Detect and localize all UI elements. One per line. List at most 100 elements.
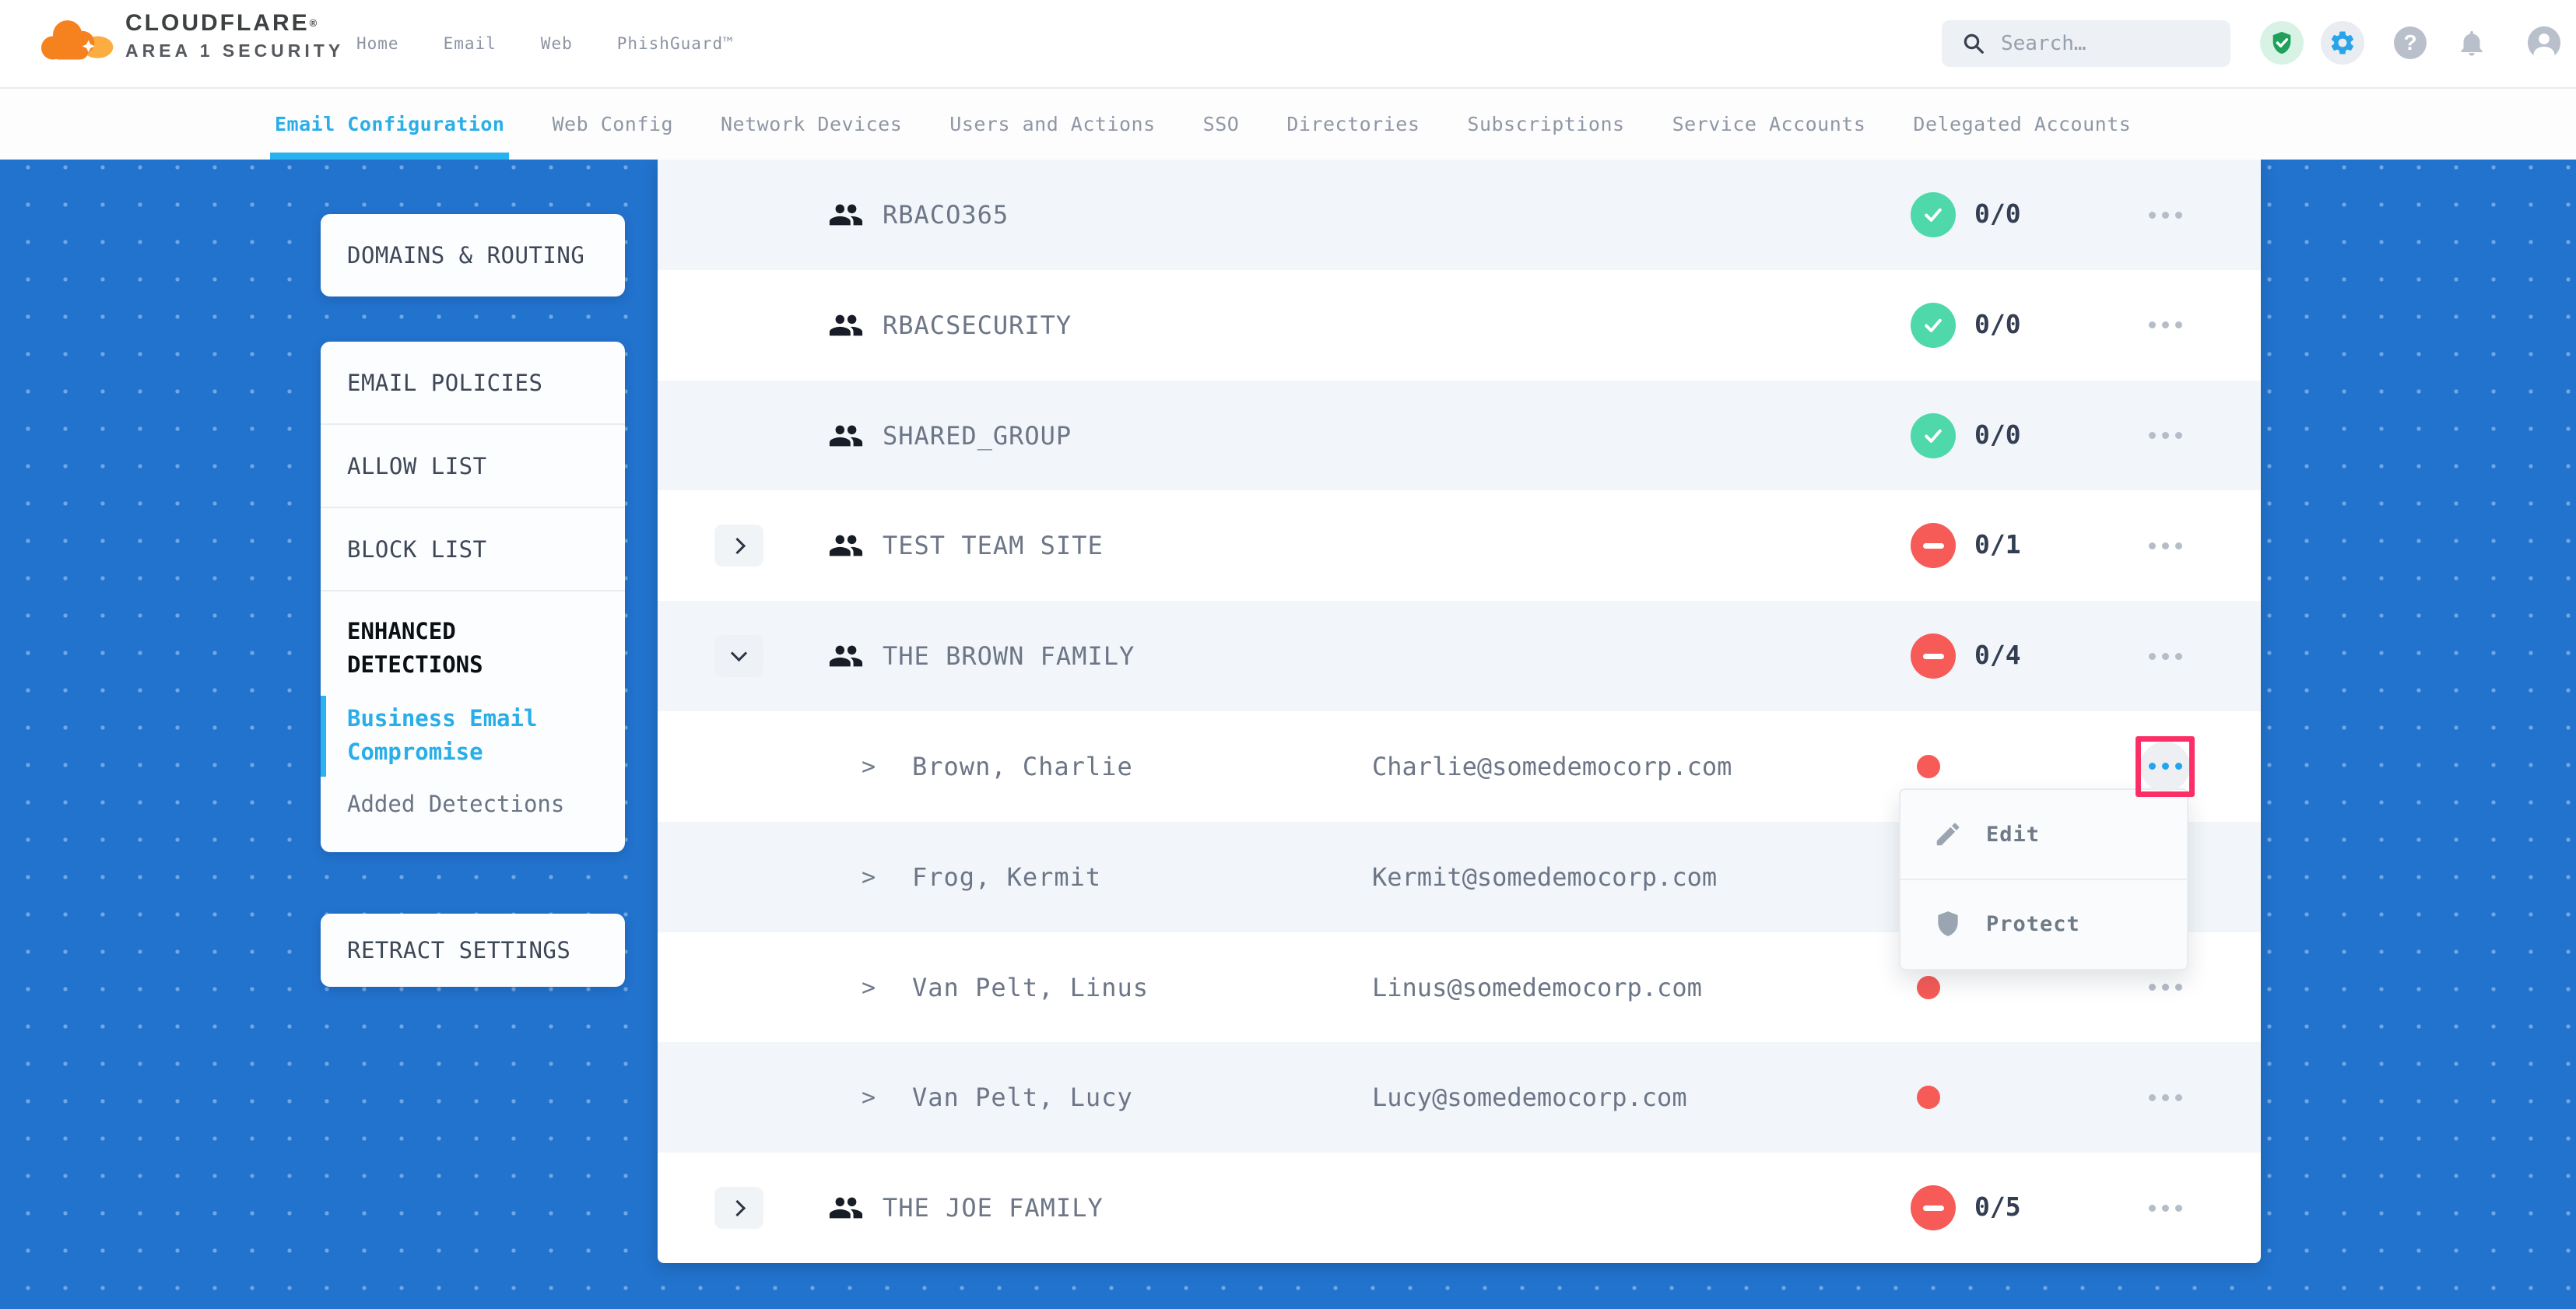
sidebar-item-email-policies[interactable]: EMAIL POLICIES [321,342,625,425]
context-menu-label: Protect [1986,912,2080,936]
row-email: Charlie@somedemocorp.com [1372,752,1732,781]
sidebar-item-retract-settings[interactable]: RETRACT SETTINGS [321,937,570,963]
group-icon [828,638,864,674]
search-input[interactable] [2001,32,2195,55]
search-box[interactable] [1942,20,2230,67]
tab-sso[interactable]: SSO [1203,89,1240,160]
status-count: 0/0 [1974,419,2021,450]
kebab-dot [2149,653,2156,660]
kebab-dot [2149,542,2156,549]
tab-users-and-actions[interactable]: Users and Actions [949,89,1155,160]
table-row: THE JOE FAMILY 0/5 [658,1153,2261,1263]
member-chevron-icon: > [862,1084,876,1111]
tab-subscriptions[interactable]: Subscriptions [1467,89,1624,160]
row-name: TEST TEAM SITE [883,531,1104,560]
sidebar-item-domains-routing[interactable]: DOMAINS & ROUTING [321,242,584,268]
kebab-dot [2175,321,2182,328]
sidebar-item-added-detections[interactable]: Added Detections [347,788,598,821]
row-menu-button[interactable] [2118,191,2212,238]
check-icon [1921,424,1945,447]
header-nav-link[interactable]: Home [356,34,399,53]
tab-web-config[interactable]: Web Config [552,89,673,160]
minus-icon [1923,1205,1944,1211]
row-email: Kermit@somedemocorp.com [1372,862,1717,892]
pencil-icon [1933,819,1963,849]
table-row: RBACSECURITY 0/0 [658,270,2261,381]
cloudflare-cloud-icon [33,14,114,62]
kebab-dot [2149,1205,2156,1212]
brand-name: CLOUDFLARE® [125,8,344,39]
kebab-dot [2149,212,2156,219]
row-menu-button[interactable] [2118,633,2212,679]
account-icon[interactable] [2522,21,2566,65]
status-count: 0/0 [1974,198,2021,229]
status-badge [1911,192,1956,237]
minus-icon [1923,654,1944,659]
shield-check-icon[interactable] [2260,21,2304,65]
sidebar-card-retract-settings: RETRACT SETTINGS [321,914,625,987]
sidebar-card-domains-routing: DOMAINS & ROUTING [321,214,625,297]
kebab-dot [2149,984,2156,991]
member-chevron-icon: > [862,974,876,1002]
sidebar-item-allow-list[interactable]: ALLOW LIST [321,425,625,508]
chevron-icon [731,645,747,662]
kebab-dot [2175,984,2182,991]
tab-delegated-accounts[interactable]: Delegated Accounts [1913,89,2131,160]
context-menu-item-protect[interactable]: Protect [1900,879,2187,967]
help-glyph: ? [2394,26,2427,59]
highlight-box [2136,736,2195,797]
row-menu-button[interactable] [2118,964,2212,1011]
help-icon[interactable]: ? [2388,21,2432,65]
expand-toggle-button[interactable] [714,1187,763,1229]
kebab-dot [2175,1205,2182,1212]
header-nav-link[interactable]: Email [444,34,497,53]
row-menu-button[interactable] [2118,743,2212,790]
kebab-dot [2149,432,2156,439]
row-menu-button[interactable] [2118,522,2212,569]
sidebar-item-business-email-compromise[interactable]: Business Email Compromise [321,702,577,769]
kebab-dot [2162,984,2169,991]
product-name: AREA 1 SECURITY [125,39,344,62]
row-name: RBACO365 [883,200,1009,230]
expand-toggle-button[interactable] [714,525,763,567]
tab-directories[interactable]: Directories [1286,89,1420,160]
group-icon [828,528,864,563]
status-dot [1917,976,1940,999]
sidebar-card-email-policies: EMAIL POLICIESALLOW LISTBLOCK LIST ENHANC… [321,342,625,852]
status-count: 0/4 [1974,640,2021,670]
row-menu-button[interactable] [2118,412,2212,459]
row-name: SHARED_GROUP [883,421,1072,451]
expand-toggle-button[interactable] [714,635,763,677]
row-menu-button[interactable] [2118,302,2212,349]
status-badge [1911,633,1956,679]
row-menu-button[interactable] [2118,1184,2212,1231]
groups-table: RBACO365 0/0 RBACSE [658,160,2261,1263]
status-badge [1911,523,1956,568]
check-icon [1921,314,1945,337]
tab-email-configuration[interactable]: Email Configuration [275,89,504,160]
sidebar-item-enhanced-detections: ENHANCED DETECTIONS [347,615,581,682]
table-row: RBACO365 0/0 [658,160,2261,270]
status-badge [1911,413,1956,458]
context-menu-item-edit[interactable]: Edit [1900,790,2187,879]
row-email: Linus@somedemocorp.com [1372,973,1702,1002]
notifications-bell-icon[interactable] [2450,21,2494,65]
status-badge [1911,303,1956,348]
check-icon [1921,203,1945,226]
header-nav-link[interactable]: Web [541,34,573,53]
kebab-dot [2162,432,2169,439]
kebab-dot [2162,1094,2169,1101]
sidebar-item-block-list[interactable]: BLOCK LIST [321,508,625,591]
row-menu-button[interactable] [2118,1074,2212,1121]
settings-gear-icon[interactable] [2321,21,2364,65]
status-count: 0/0 [1974,309,2021,339]
tab-service-accounts[interactable]: Service Accounts [1672,89,1866,160]
kebab-dot [2175,1094,2182,1101]
chevron-icon [728,1200,745,1216]
tab-network-devices[interactable]: Network Devices [721,89,902,160]
header-nav-link[interactable]: PhishGuard™ [617,34,734,53]
kebab-dot [2162,1205,2169,1212]
table-row: TEST TEAM SITE 0/1 [658,490,2261,601]
kebab-dot [2162,653,2169,660]
kebab-dot [2175,212,2182,219]
